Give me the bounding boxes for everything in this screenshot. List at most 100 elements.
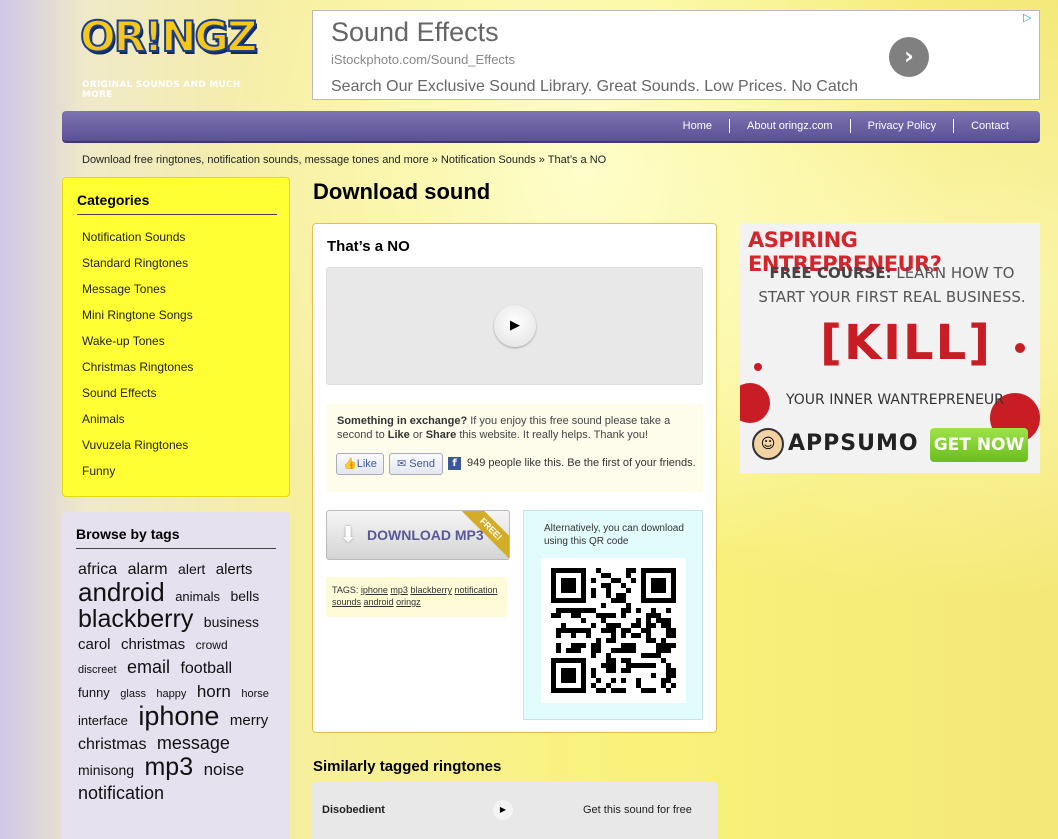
tag-link[interactable]: minisong [78, 762, 134, 778]
share-request-part: or [409, 429, 426, 441]
speech-bubble-icon: ✉ [397, 458, 410, 470]
category-item[interactable]: Vuvuzela Ringtones [82, 438, 193, 464]
tag-link[interactable]: funny [78, 685, 110, 700]
facebook-like-button[interactable]: 👍Like [336, 453, 384, 475]
tag-link[interactable]: christmas [121, 636, 185, 653]
facebook-like-count: 949 people like this. Be the first of yo… [467, 457, 696, 469]
categories-panel: Categories Notification Sounds Standard … [62, 177, 290, 497]
like-word: Like [387, 429, 410, 441]
nav-item-contact[interactable]: Contact [953, 119, 1026, 133]
tag-link[interactable]: horse [241, 688, 269, 700]
get-sound-link[interactable]: Get this sound for free [583, 804, 692, 816]
ad-arrow-icon[interactable]: › [889, 37, 929, 77]
play-icon[interactable]: ▶ [493, 800, 513, 820]
get-now-button[interactable]: GET NOW » [930, 428, 1028, 473]
list-item: Disobedient ▶ Get this sound for free [312, 782, 717, 839]
download-mp3-button[interactable]: ⬇ DOWNLOAD MP3 FREE! [326, 510, 510, 560]
top-banner-ad[interactable]: Sound Effects iStockphoto.com/Sound_Effe… [312, 10, 1040, 100]
ad-url[interactable]: iStockphoto.com/Sound_Effects [331, 52, 515, 67]
tag-link[interactable]: carol [78, 636, 111, 653]
category-item[interactable]: Wake-up Tones [82, 334, 193, 360]
tag-link[interactable]: discreet [78, 664, 117, 676]
tag-link[interactable]: noise [204, 760, 245, 779]
tag-link[interactable]: crowd [196, 638, 228, 652]
ad-title[interactable]: Sound Effects [331, 17, 499, 48]
audio-player: ▶ [326, 267, 703, 385]
tag-link[interactable]: email [127, 657, 170, 677]
tag-cloud: africa alarm alert alerts android animal… [78, 558, 278, 806]
ad-brand: APPSUMO [788, 431, 919, 456]
site-logo[interactable]: OR!NGZ ORIGINAL SOUNDS AND MUCH MORE [79, 11, 270, 100]
tag-link[interactable]: glass [120, 688, 146, 700]
tag-link[interactable]: business [204, 614, 259, 630]
ad-kill-text: [KILL] [820, 315, 993, 371]
breadcrumb[interactable]: Download free ringtones, notification so… [82, 154, 606, 166]
sumo-mascot-icon: ☺ [752, 428, 784, 460]
category-item[interactable]: Christmas Ringtones [82, 360, 193, 386]
tag-link[interactable]: africa [78, 561, 117, 578]
like-label: Like [356, 458, 377, 470]
categories-title: Categories [77, 192, 277, 215]
category-item[interactable]: Sound Effects [82, 386, 193, 412]
share-request-part: this website. It really helps. Thank you… [456, 429, 649, 441]
ad-text[interactable]: Search Our Exclusive Sound Library. Grea… [331, 78, 858, 96]
tag-link[interactable]: android [78, 577, 165, 607]
tag-link[interactable]: animals [175, 589, 220, 604]
tag-link[interactable]: alerts [216, 561, 253, 578]
tag-link[interactable]: christmas [78, 736, 146, 753]
tag-link[interactable]: bells [230, 588, 259, 604]
category-item[interactable]: Message Tones [82, 282, 193, 308]
similar-name[interactable]: Disobedient [322, 804, 385, 816]
facebook-send-button[interactable]: ✉ Send [389, 453, 443, 475]
tag-link[interactable]: horn [197, 682, 231, 701]
sound-tags: TAGS: iphone mp3 blackberry notification… [326, 577, 507, 617]
tag-link[interactable]: football [180, 660, 232, 677]
qr-code-graphic [551, 568, 676, 693]
category-item[interactable]: Notification Sounds [82, 230, 193, 256]
share-word: Share [425, 429, 457, 441]
share-request: Something in exchange? If you enjoy this… [326, 404, 703, 492]
category-item[interactable]: Animals [82, 412, 193, 438]
adchoices-icon[interactable]: ▷ [1023, 11, 1037, 25]
similar-title: Similarly tagged ringtones [313, 758, 502, 775]
qr-text: Alternatively, you can download using th… [544, 523, 684, 547]
qr-code-panel: Alternatively, you can download using th… [523, 510, 703, 720]
category-item[interactable]: Mini Ringtone Songs [82, 308, 193, 334]
tag-link[interactable]: interface [78, 713, 128, 728]
nav-item-about[interactable]: About oringz.com [729, 119, 850, 133]
category-item[interactable]: Funny [82, 464, 193, 490]
tag-link[interactable]: alert [178, 561, 205, 577]
tags-label: TAGS: [332, 585, 359, 595]
tag-link[interactable]: iphone [361, 585, 388, 595]
tag-link[interactable]: happy [156, 688, 186, 700]
nav-item-privacy[interactable]: Privacy Policy [849, 119, 953, 133]
download-arrow-icon: ⬇ [339, 523, 358, 548]
sound-box: That’s a NO ▶ Something in exchange? If … [312, 223, 717, 733]
tag-link[interactable]: android [364, 597, 394, 607]
tag-link[interactable]: blackberry [410, 585, 452, 595]
tag-link[interactable]: iphone [138, 701, 219, 731]
qr-code-image [541, 558, 686, 703]
tags-title: Browse by tags [76, 526, 276, 549]
tag-link[interactable]: blackberry [78, 605, 193, 633]
tag-link[interactable]: alarm [128, 561, 168, 578]
blood-splat [740, 383, 770, 423]
blood-splat [754, 363, 762, 371]
nav-item-home[interactable]: Home [666, 119, 729, 133]
logo-tagline: ORIGINAL SOUNDS AND MUCH MORE [82, 80, 241, 100]
tag-link[interactable]: message [157, 733, 230, 753]
category-item[interactable]: Standard Ringtones [82, 256, 193, 282]
main-nav: Home About oringz.com Privacy Policy Con… [62, 111, 1040, 143]
facebook-icon: f [448, 457, 461, 470]
thumbs-up-icon: 👍 [343, 458, 357, 470]
tag-link[interactable]: merry [230, 712, 268, 729]
appsumo-ad[interactable]: ASPIRING ENTREPRENEUR? FREE COURSE: LEAR… [740, 223, 1040, 473]
blood-splat [1015, 343, 1025, 353]
ad-course-bold: FREE COURSE: [769, 264, 892, 282]
play-icon[interactable]: ▶ [494, 305, 536, 347]
tag-link[interactable]: mp3 [390, 585, 408, 595]
tag-link[interactable]: oringz [396, 597, 421, 607]
sound-title: That’s a NO [327, 238, 410, 255]
tag-link[interactable]: mp3 [144, 753, 193, 781]
tag-link[interactable]: notification [78, 783, 164, 803]
